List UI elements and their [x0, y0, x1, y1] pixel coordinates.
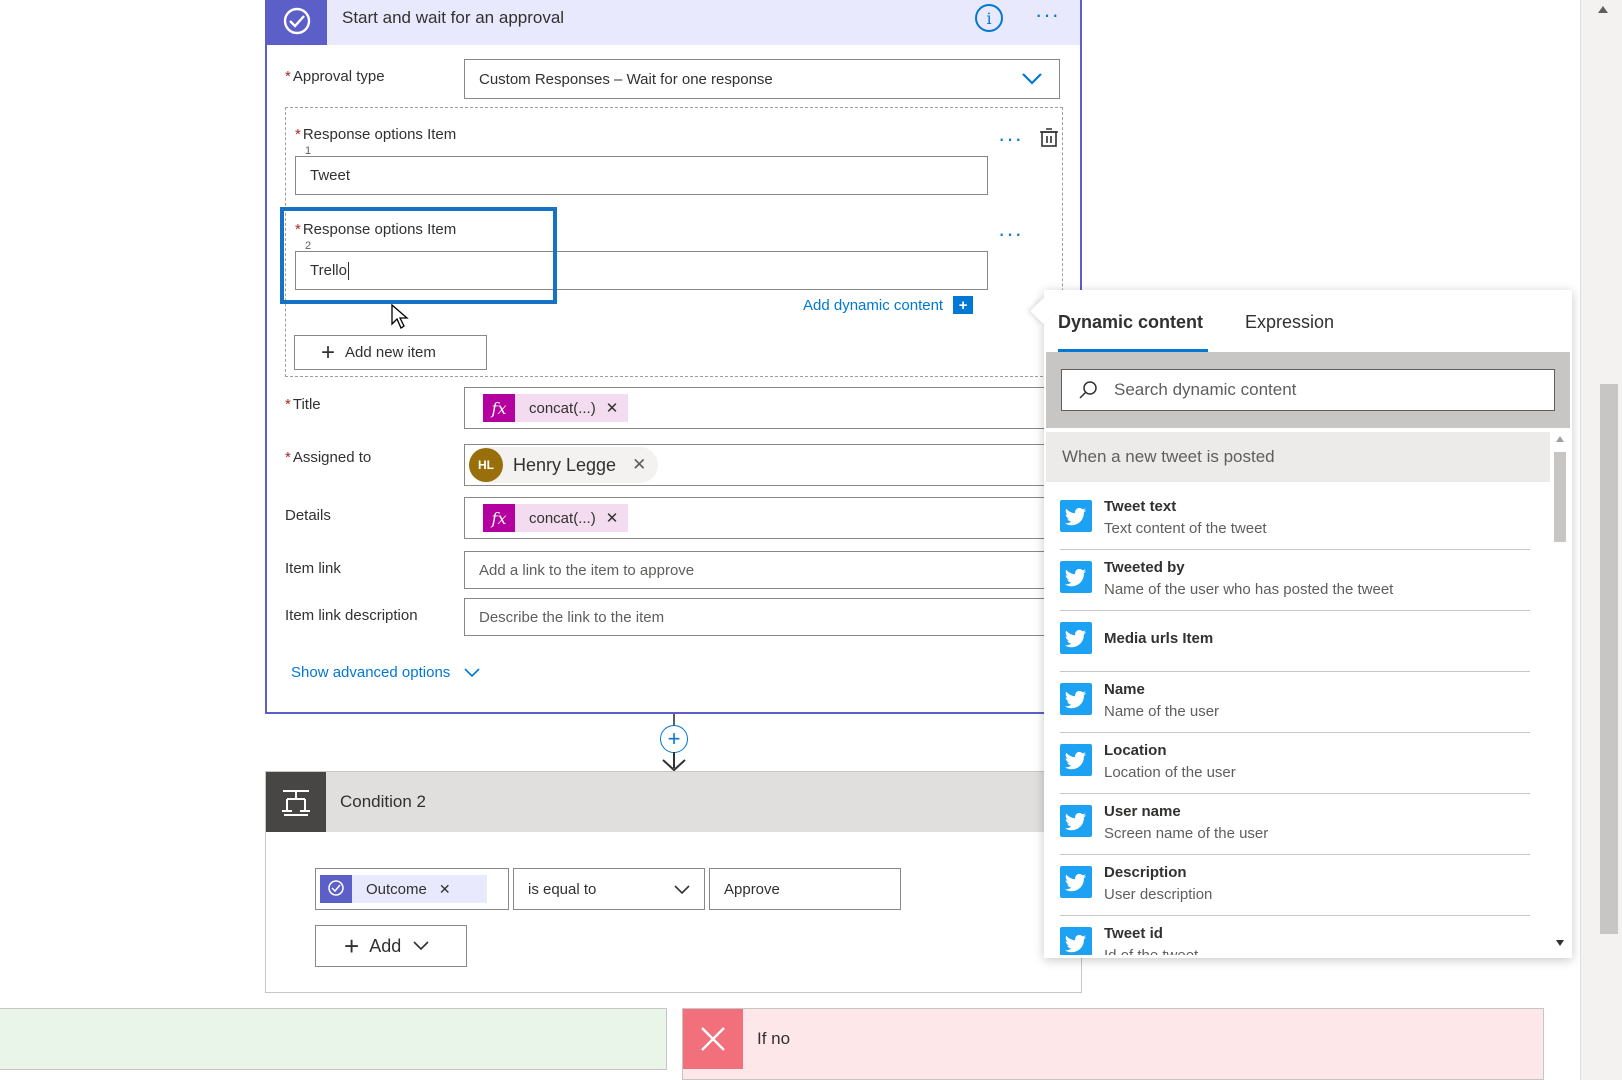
- approval-type-label: * Approval type: [285, 68, 385, 85]
- response-1-more-icon[interactable]: ···: [998, 128, 1023, 150]
- title-label: * Title: [285, 396, 321, 413]
- fx-icon: fx: [483, 504, 515, 532]
- chevron-down-icon: [413, 941, 429, 951]
- group-header[interactable]: When a new tweet is posted: [1046, 432, 1550, 482]
- item-link-input[interactable]: Add a link to the item to approve: [464, 551, 1044, 589]
- outcome-field[interactable]: Outcome ✕: [315, 868, 509, 910]
- condition-title: Condition 2: [340, 792, 427, 811]
- assignee-chip[interactable]: HL Henry Legge ✕: [469, 447, 659, 483]
- delete-icon[interactable]: [1038, 126, 1060, 153]
- approval-type-dropdown[interactable]: Custom Responses – Wait for one response: [464, 59, 1060, 99]
- list-clip: Tweet id Id of the tweet: [1060, 917, 1530, 955]
- search-icon: [1079, 381, 1097, 399]
- page-scrollbar[interactable]: [1580, 0, 1622, 1080]
- highlight-box: [280, 207, 557, 304]
- list-item[interactable]: Name Name of the user: [1060, 673, 1530, 733]
- insert-step-button[interactable]: +: [660, 725, 688, 753]
- chevron-down-icon: [464, 667, 480, 677]
- tab-dynamic-content[interactable]: Dynamic content: [1058, 312, 1203, 333]
- response-2-more-icon[interactable]: ···: [998, 223, 1023, 245]
- approval-card-header[interactable]: Start and wait for an approval i ···: [267, 0, 1080, 45]
- item-link-description-label: Item link description: [285, 607, 418, 624]
- twitter-icon: [1060, 683, 1092, 715]
- mouse-cursor-icon: [391, 304, 409, 329]
- plus-icon: +: [344, 931, 360, 961]
- twitter-icon: [1060, 622, 1092, 654]
- twitter-icon: [1060, 744, 1092, 776]
- plus-icon: +: [321, 338, 336, 366]
- close-icon[interactable]: ✕: [606, 509, 619, 527]
- scroll-thumb[interactable]: [1600, 384, 1618, 934]
- if-no-label: If no: [757, 1029, 791, 1048]
- info-icon[interactable]: i: [975, 4, 1003, 32]
- twitter-icon: [1060, 805, 1092, 837]
- twitter-icon: [1060, 866, 1092, 898]
- scroll-up-icon[interactable]: [1598, 6, 1608, 13]
- condition-value-input[interactable]: Approve: [709, 868, 901, 910]
- chevron-down-icon: [1022, 73, 1042, 85]
- close-icon: [683, 1009, 743, 1069]
- response-1-input[interactable]: Tweet: [295, 156, 988, 195]
- assigned-to-field[interactable]: HL Henry Legge ✕: [464, 444, 1044, 486]
- list-item[interactable]: Location Location of the user: [1060, 734, 1530, 794]
- close-icon[interactable]: ✕: [606, 399, 619, 417]
- approval-icon: [267, 0, 327, 45]
- close-icon[interactable]: ✕: [439, 881, 451, 898]
- add-new-item-button[interactable]: + Add new item: [294, 335, 487, 370]
- list-item[interactable]: User name Screen name of the user: [1060, 795, 1530, 855]
- approval-more-icon[interactable]: ···: [1035, 4, 1060, 26]
- title-token[interactable]: fx concat(...) ✕: [483, 394, 629, 422]
- twitter-icon: [1060, 927, 1092, 955]
- list-item[interactable]: Tweet id Id of the tweet: [1060, 917, 1530, 955]
- show-advanced-options-link[interactable]: Show advanced options: [291, 664, 480, 681]
- panel-scrollbar[interactable]: [1552, 434, 1568, 954]
- title-field[interactable]: fx concat(...) ✕: [464, 387, 1044, 429]
- approval-icon: [320, 875, 352, 903]
- list-item[interactable]: Media urls Item: [1060, 612, 1530, 672]
- scroll-up-icon[interactable]: [1556, 436, 1564, 442]
- list-item[interactable]: Tweet text Text content of the tweet: [1060, 490, 1530, 550]
- approval-title: Start and wait for an approval: [342, 8, 565, 27]
- item-link-label: Item link: [285, 560, 341, 577]
- search-input[interactable]: Search dynamic content: [1061, 369, 1555, 411]
- avatar: HL: [469, 448, 503, 482]
- if-yes-branch: [0, 1008, 667, 1070]
- condition-icon: [266, 772, 326, 832]
- outcome-token[interactable]: Outcome ✕: [320, 875, 487, 903]
- list-item[interactable]: Tweeted by Name of the user who has post…: [1060, 551, 1530, 611]
- operator-dropdown[interactable]: is equal to: [513, 868, 705, 910]
- fx-icon: fx: [483, 394, 515, 422]
- details-label: Details: [285, 507, 331, 524]
- condition-header[interactable]: Condition 2: [266, 772, 1081, 832]
- response-1-label: * Response options Item: [295, 126, 457, 143]
- scroll-down-icon[interactable]: [1556, 940, 1564, 946]
- twitter-icon: [1060, 500, 1092, 532]
- details-token[interactable]: fx concat(...) ✕: [483, 504, 629, 532]
- assigned-to-label: * Assigned to: [285, 449, 372, 466]
- if-no-branch[interactable]: If no: [682, 1008, 1544, 1080]
- add-dynamic-content-link[interactable]: Add dynamic content +: [803, 296, 974, 314]
- tab-expression[interactable]: Expression: [1245, 312, 1334, 333]
- arrow-down-icon: [662, 752, 686, 772]
- chevron-down-icon: [674, 885, 690, 895]
- details-field[interactable]: fx concat(...) ✕: [464, 497, 1044, 539]
- add-condition-button[interactable]: + Add: [315, 925, 467, 967]
- item-link-description-input[interactable]: Describe the link to the item: [464, 598, 1044, 636]
- twitter-icon: [1060, 561, 1092, 593]
- scroll-thumb[interactable]: [1554, 452, 1566, 542]
- close-icon[interactable]: ✕: [632, 455, 646, 475]
- add-dynamic-icon: +: [953, 296, 974, 314]
- list-item[interactable]: Description User description: [1060, 856, 1530, 916]
